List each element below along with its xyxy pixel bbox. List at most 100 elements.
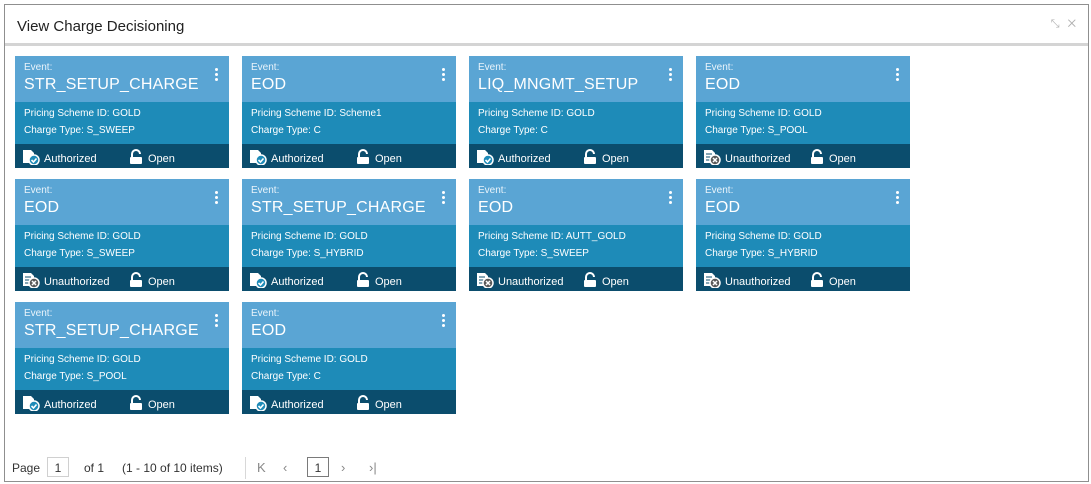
auth-status-label: Unauthorized <box>44 275 110 288</box>
charge-type: Charge Type: S_POOL <box>24 371 127 382</box>
unlock-icon <box>355 272 375 291</box>
auth-status: Authorized <box>249 395 324 414</box>
charge-card[interactable]: Event: STR_SETUP_CHARGE Pricing Scheme ID:… <box>15 56 229 168</box>
pricing-scheme-id: Pricing Scheme ID: GOLD <box>705 108 822 119</box>
charge-card[interactable]: Event: STR_SETUP_CHARGE Pricing Scheme ID:… <box>242 179 456 291</box>
kebab-menu-icon[interactable] <box>442 191 446 205</box>
event-label: Event: <box>705 185 734 196</box>
kebab-menu-icon[interactable] <box>669 68 673 82</box>
next-page-icon[interactable]: › <box>341 460 345 475</box>
page-label: Page <box>12 461 41 475</box>
record-status: Open <box>355 149 402 168</box>
event-label: Event: <box>478 185 507 196</box>
record-status-label: Open <box>829 152 856 165</box>
record-status: Open <box>582 149 629 168</box>
card-footer: Authorized Open <box>242 144 456 168</box>
charge-card[interactable]: Event: EOD Pricing Scheme ID: GOLD Charge T… <box>696 56 910 168</box>
page-count: of 1 <box>84 461 105 475</box>
charge-card[interactable]: Event: LIQ_MNGMT_SETUP Pricing Scheme ID: … <box>469 56 683 168</box>
pricing-scheme-id: Pricing Scheme ID: GOLD <box>24 354 141 365</box>
title-bar: View Charge Decisioning ⤡✕ <box>5 5 1088 46</box>
kebab-menu-icon[interactable] <box>896 191 900 205</box>
auth-status-label: Authorized <box>271 275 324 288</box>
card-details: Pricing Scheme ID: GOLD Charge Type: S_SW… <box>15 225 229 267</box>
card-details: Pricing Scheme ID: GOLD Charge Type: S_PO… <box>15 348 229 390</box>
card-details: Pricing Scheme ID: GOLD Charge Type: C <box>469 102 683 144</box>
kebab-menu-icon[interactable] <box>896 68 900 82</box>
card-footer: Unauthorized Open <box>469 267 683 291</box>
charge-card[interactable]: Event: EOD Pricing Scheme ID: GOLD Charge T… <box>15 179 229 291</box>
record-status-label: Open <box>375 398 402 411</box>
minimize-icon[interactable]: ⤡ <box>1051 18 1068 30</box>
charge-card[interactable]: Event: EOD Pricing Scheme ID: AUTT_GOLD Cha… <box>469 179 683 291</box>
auth-status: Authorized <box>249 149 324 168</box>
unlock-icon <box>128 272 148 291</box>
last-page-icon[interactable]: ›| <box>369 460 377 475</box>
kebab-menu-icon[interactable] <box>215 68 219 82</box>
charge-type: Charge Type: S_HYBRID <box>705 248 818 259</box>
card-footer: Unauthorized Open <box>696 267 910 291</box>
view-charge-decisioning-window: View Charge Decisioning ⤡✕ Event: STR_SET… <box>4 4 1089 482</box>
event-value: EOD <box>705 76 741 93</box>
charge-card[interactable]: Event: EOD Pricing Scheme ID: Scheme1 Charg… <box>242 56 456 168</box>
card-header: Event: LIQ_MNGMT_SETUP <box>469 56 683 102</box>
current-page-button[interactable]: 1 <box>307 457 329 477</box>
event-value: LIQ_MNGMT_SETUP <box>478 76 639 93</box>
kebab-menu-icon[interactable] <box>442 314 446 328</box>
authorized-icon <box>476 149 498 168</box>
auth-status: Unauthorized <box>703 149 790 168</box>
card-footer: Unauthorized Open <box>15 267 229 291</box>
auth-status: Authorized <box>249 272 324 291</box>
auth-status: Authorized <box>22 395 97 414</box>
charge-card[interactable]: Event: EOD Pricing Scheme ID: GOLD Charge T… <box>696 179 910 291</box>
event-label: Event: <box>24 308 53 319</box>
unlock-icon <box>128 149 148 168</box>
charge-type: Charge Type: S_SWEEP <box>24 125 135 136</box>
event-label: Event: <box>24 62 53 73</box>
pagination-bar: Page 1 of 1 (1 - 10 of 10 items) K ‹ 1 ›… <box>5 453 1088 481</box>
charge-card[interactable]: Event: STR_SETUP_CHARGE Pricing Scheme ID:… <box>15 302 229 414</box>
charge-type: Charge Type: C <box>251 125 321 136</box>
event-label: Event: <box>251 62 280 73</box>
card-details: Pricing Scheme ID: GOLD Charge Type: C <box>242 348 456 390</box>
kebab-menu-icon[interactable] <box>669 191 673 205</box>
auth-status-label: Unauthorized <box>498 275 564 288</box>
window-title: View Charge Decisioning <box>17 18 185 35</box>
prev-page-icon[interactable]: ‹ <box>283 460 287 475</box>
items-count: (1 - 10 of 10 items) <box>122 461 223 475</box>
pricing-scheme-id: Pricing Scheme ID: GOLD <box>478 108 595 119</box>
authorized-icon <box>22 395 44 414</box>
record-status-label: Open <box>148 275 175 288</box>
unauthorized-icon <box>476 272 498 291</box>
card-details: Pricing Scheme ID: AUTT_GOLD Charge Type:… <box>469 225 683 267</box>
card-header: Event: EOD <box>696 56 910 102</box>
auth-status-label: Authorized <box>44 152 97 165</box>
unlock-icon <box>582 272 602 291</box>
close-icon[interactable]: ✕ <box>1068 18 1084 30</box>
record-status: Open <box>355 395 402 414</box>
card-header: Event: EOD <box>469 179 683 225</box>
charge-type: Charge Type: C <box>251 371 321 382</box>
pricing-scheme-id: Pricing Scheme ID: GOLD <box>251 354 368 365</box>
page-number-input[interactable]: 1 <box>47 457 69 477</box>
event-label: Event: <box>478 62 507 73</box>
unlock-icon <box>809 149 829 168</box>
pricing-scheme-id: Pricing Scheme ID: GOLD <box>251 231 368 242</box>
auth-status-label: Authorized <box>498 152 551 165</box>
record-status: Open <box>809 272 856 291</box>
charge-card[interactable]: Event: EOD Pricing Scheme ID: GOLD Charge T… <box>242 302 456 414</box>
kebab-menu-icon[interactable] <box>442 68 446 82</box>
auth-status: Authorized <box>476 149 551 168</box>
window-controls: ⤡✕ <box>1051 18 1084 31</box>
record-status: Open <box>582 272 629 291</box>
first-page-icon[interactable]: K <box>257 460 266 475</box>
authorized-icon <box>249 272 271 291</box>
unauthorized-icon <box>703 272 725 291</box>
pricing-scheme-id: Pricing Scheme ID: Scheme1 <box>251 108 382 119</box>
charge-type: Charge Type: S_HYBRID <box>251 248 364 259</box>
card-details: Pricing Scheme ID: GOLD Charge Type: S_HY… <box>242 225 456 267</box>
event-label: Event: <box>705 62 734 73</box>
kebab-menu-icon[interactable] <box>215 191 219 205</box>
kebab-menu-icon[interactable] <box>215 314 219 328</box>
unlock-icon <box>128 395 148 414</box>
